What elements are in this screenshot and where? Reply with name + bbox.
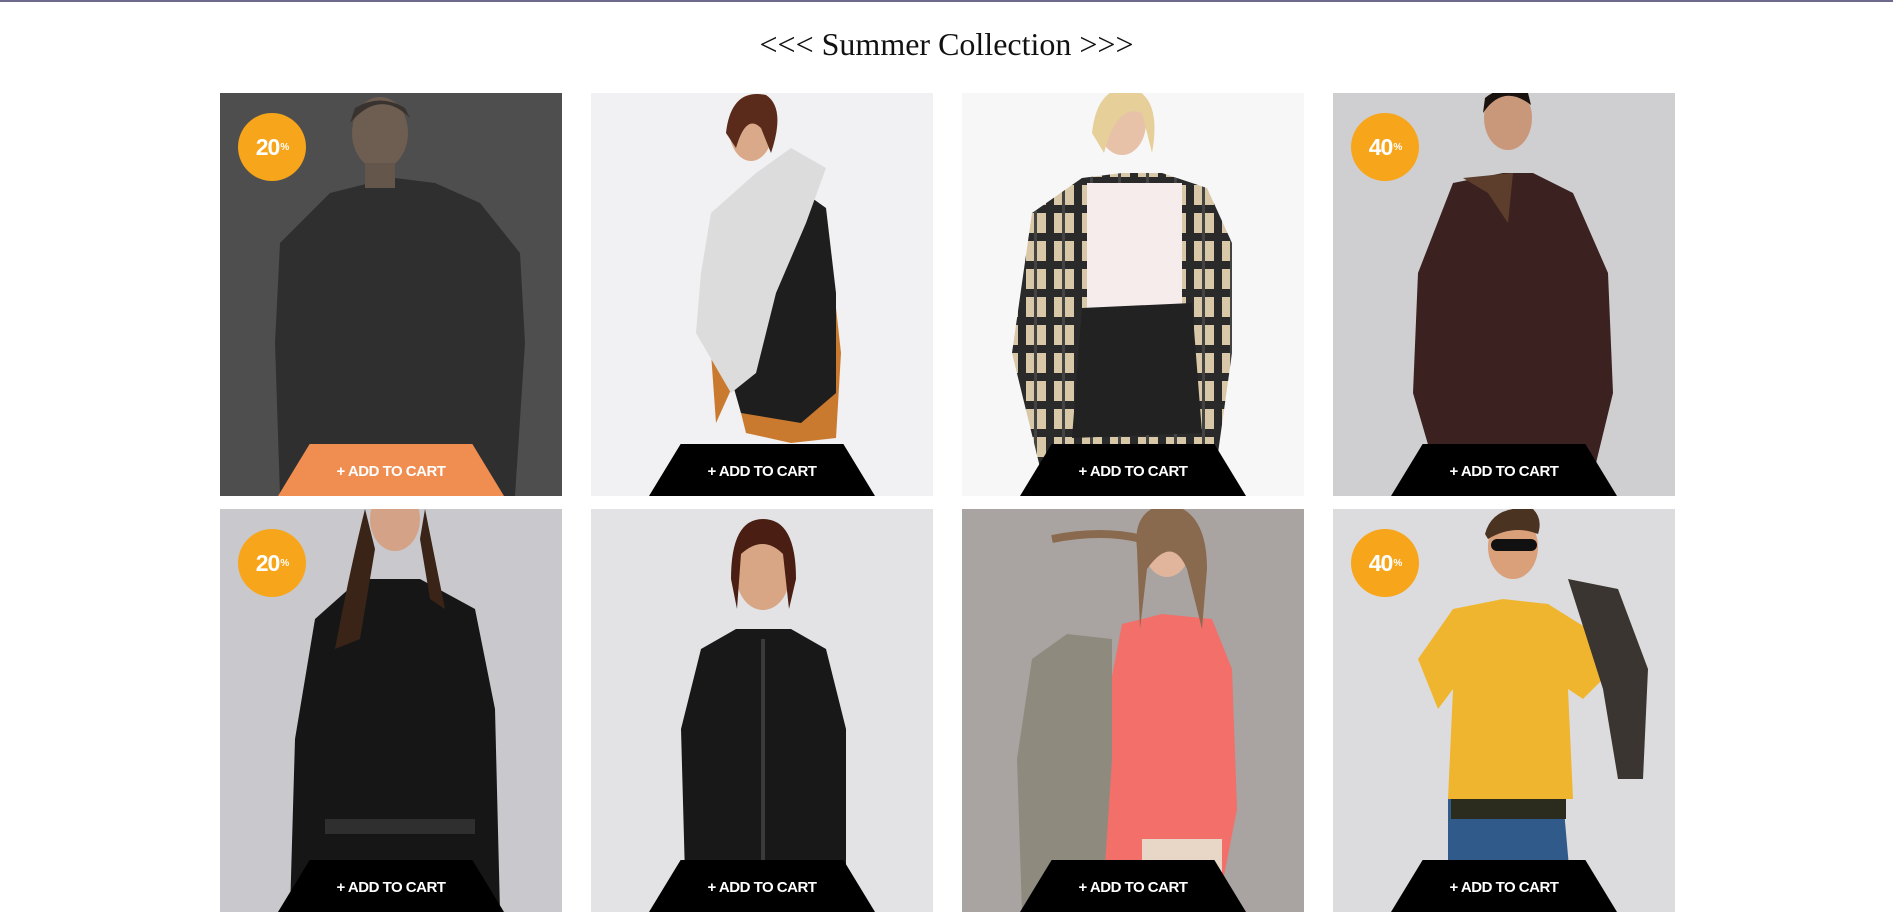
product-image[interactable] bbox=[962, 509, 1304, 912]
product-grid: 20% + ADD TO CART + ADD TO CART + ADD TO… bbox=[220, 93, 1680, 912]
product-image[interactable] bbox=[962, 93, 1304, 496]
product-image[interactable] bbox=[591, 509, 933, 912]
add-to-cart-button[interactable]: + ADD TO CART bbox=[1391, 444, 1617, 496]
discount-badge: 40% bbox=[1351, 113, 1419, 181]
product-card-1[interactable]: 20% + ADD TO CART bbox=[220, 93, 562, 496]
add-to-cart-button[interactable]: + ADD TO CART bbox=[1020, 444, 1246, 496]
product-card-6[interactable]: + ADD TO CART bbox=[591, 509, 933, 912]
discount-badge: 20% bbox=[238, 529, 306, 597]
add-to-cart-button[interactable]: + ADD TO CART bbox=[1391, 860, 1617, 912]
product-card-2[interactable]: + ADD TO CART bbox=[591, 93, 933, 496]
product-card-8[interactable]: 40% + ADD TO CART bbox=[1333, 509, 1675, 912]
add-to-cart-button[interactable]: + ADD TO CART bbox=[278, 860, 504, 912]
product-image[interactable] bbox=[591, 93, 933, 496]
product-card-7[interactable]: + ADD TO CART bbox=[962, 509, 1304, 912]
add-to-cart-button[interactable]: + ADD TO CART bbox=[649, 444, 875, 496]
product-card-3[interactable]: + ADD TO CART bbox=[962, 93, 1304, 496]
add-to-cart-button[interactable]: + ADD TO CART bbox=[649, 860, 875, 912]
top-border bbox=[0, 0, 1893, 2]
product-card-5[interactable]: 20% + ADD TO CART bbox=[220, 509, 562, 912]
discount-badge: 40% bbox=[1351, 529, 1419, 597]
page-title: <<< Summer Collection >>> bbox=[759, 26, 1134, 62]
add-to-cart-button[interactable]: + ADD TO CART bbox=[278, 444, 504, 496]
product-card-4[interactable]: 40% + ADD TO CART bbox=[1333, 93, 1675, 496]
add-to-cart-button[interactable]: + ADD TO CART bbox=[1020, 860, 1246, 912]
discount-badge: 20% bbox=[238, 113, 306, 181]
